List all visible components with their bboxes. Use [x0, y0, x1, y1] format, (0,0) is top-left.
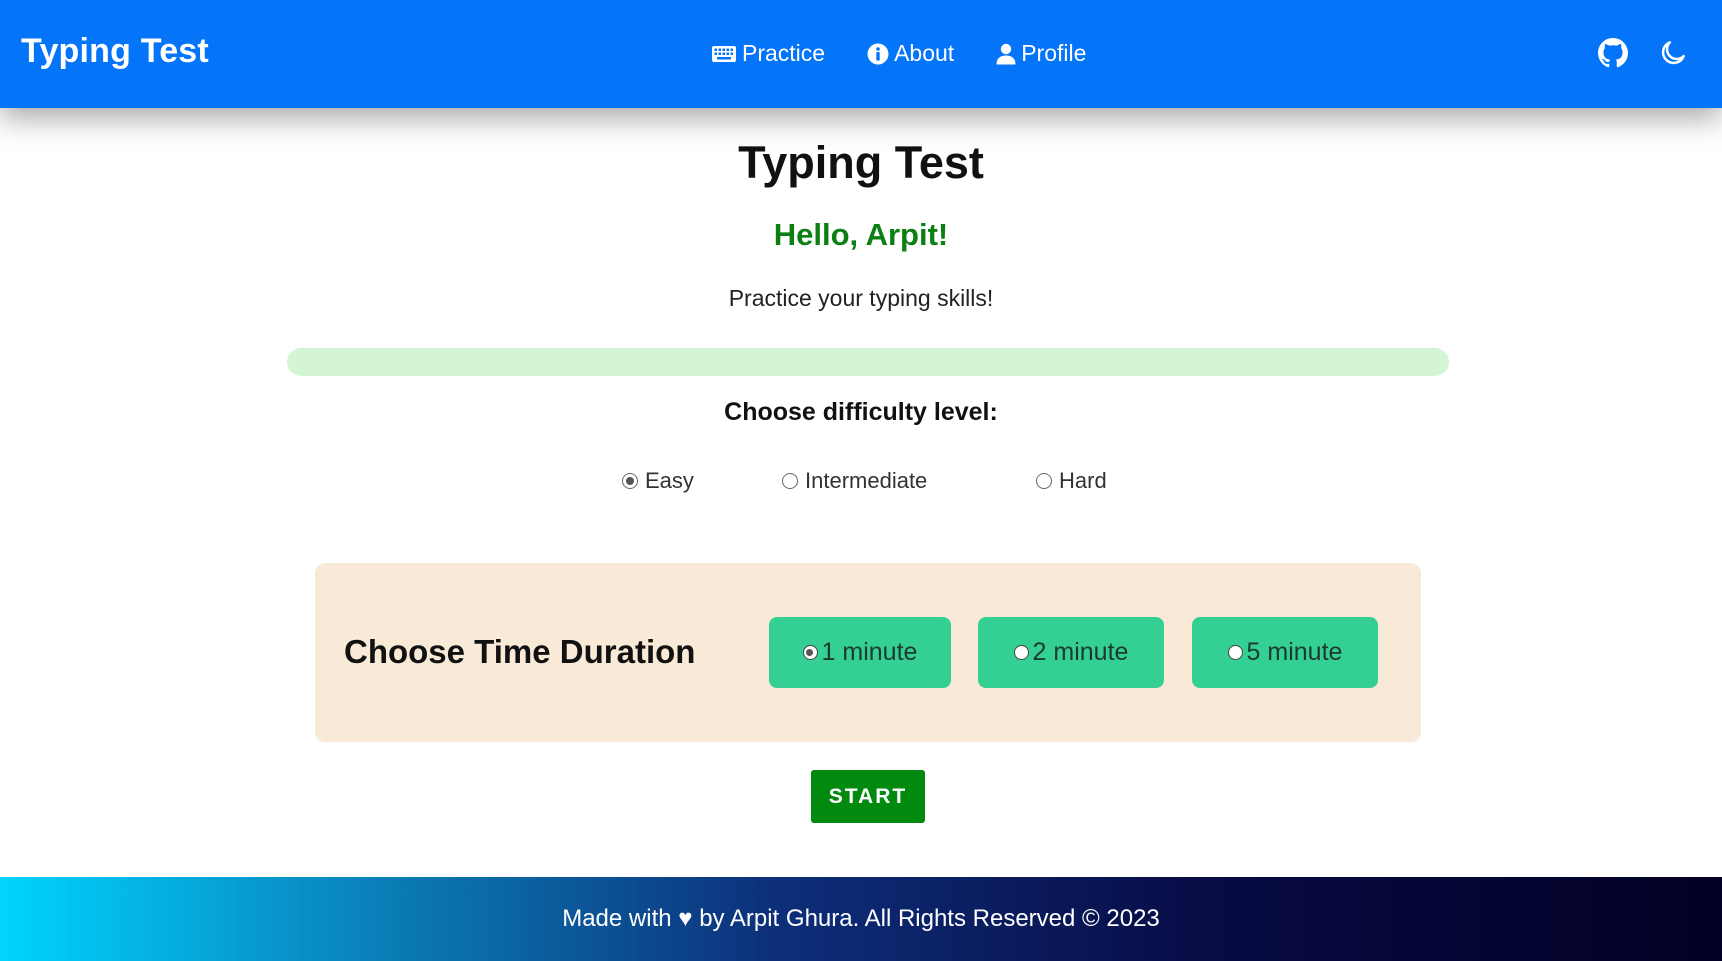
difficulty-option-hard[interactable]: Hard — [1036, 468, 1107, 494]
navbar: Typing Test Practice About Profile — [0, 0, 1722, 108]
radio-button[interactable] — [1013, 645, 1029, 660]
start-button[interactable]: START — [811, 770, 925, 823]
github-icon — [1598, 38, 1628, 68]
radio-button[interactable] — [802, 645, 818, 660]
nav-link-practice-label: Practice — [742, 40, 826, 66]
duration-option-label: 2 minute — [1032, 638, 1129, 666]
greeting-text: Hello, Arpit! — [773, 217, 949, 252]
subtitle-text: Practice your typing skills! — [728, 285, 994, 311]
nav-link-profile-label: Profile — [1021, 40, 1087, 66]
nav-link-profile[interactable]: Profile — [996, 40, 1086, 67]
difficulty-heading: Choose difficulty level: — [724, 398, 998, 426]
difficulty-options: Easy Intermediate Hard — [0, 468, 1722, 498]
user-icon — [996, 43, 1016, 64]
difficulty-option-intermediate[interactable]: Intermediate — [782, 468, 927, 494]
radio-button[interactable] — [1227, 645, 1243, 660]
duration-option-1-minute[interactable]: 1 minute — [769, 617, 951, 688]
github-link[interactable] — [1598, 38, 1628, 68]
footer: Made with ♥ by Arpit Ghura. All Rights R… — [0, 877, 1722, 961]
duration-panel: Choose Time Duration 1 minute 2 minute 5… — [315, 563, 1421, 742]
footer-text: Made with ♥ by Arpit Ghura. All Rights R… — [562, 905, 1160, 932]
theme-toggle[interactable] — [1658, 38, 1688, 68]
radio-button[interactable] — [622, 473, 638, 489]
duration-option-label: 1 minute — [821, 638, 918, 666]
difficulty-option-easy[interactable]: Easy — [622, 468, 694, 494]
keyboard-icon — [712, 45, 736, 62]
nav-link-about-label: About — [894, 40, 955, 66]
info-icon — [867, 43, 889, 64]
radio-button[interactable] — [1036, 473, 1052, 489]
difficulty-option-label: Intermediate — [805, 468, 928, 493]
page-title: Typing Test — [738, 137, 984, 188]
duration-option-5-minute[interactable]: 5 minute — [1192, 617, 1378, 688]
difficulty-option-label: Easy — [645, 468, 694, 493]
progress-bar — [287, 348, 1449, 376]
moon-icon — [1661, 41, 1685, 65]
nav-link-about[interactable]: About — [867, 40, 954, 67]
duration-option-label: 5 minute — [1246, 638, 1343, 666]
brand-logo[interactable]: Typing Test — [21, 32, 209, 71]
difficulty-option-label: Hard — [1059, 468, 1107, 493]
nav-link-practice[interactable]: Practice — [711, 40, 825, 67]
duration-heading: Choose Time Duration — [344, 633, 696, 670]
duration-option-2-minute[interactable]: 2 minute — [978, 617, 1164, 688]
nav-right-icons — [1568, 38, 1688, 68]
nav-links: Practice About Profile — [711, 40, 1128, 67]
radio-button[interactable] — [782, 473, 798, 489]
